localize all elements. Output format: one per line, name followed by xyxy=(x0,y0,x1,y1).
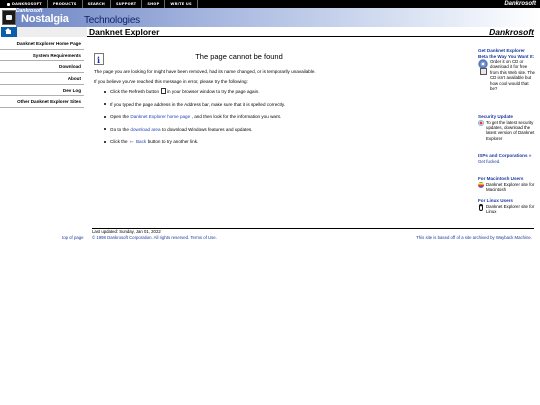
title-divider xyxy=(87,36,534,37)
back-arrow-icon: ⇦ xyxy=(129,139,134,145)
top-of-page-link[interactable]: top of page xyxy=(62,235,84,240)
security-text: To get the latest security updates, down… xyxy=(486,119,535,141)
bullet-icon xyxy=(104,115,106,118)
linux-text: Danknet Explorer site for Linux xyxy=(486,203,535,214)
promo-get-explorer: Get Danknet Explorer Beta the Way You Wa… xyxy=(478,48,536,91)
promo-linux: For Linux Users Danknet Explorer site fo… xyxy=(478,198,536,214)
chevron-right-icon: » xyxy=(528,153,532,158)
error-instructions: If you believe you've reached this messa… xyxy=(94,79,248,84)
error-description: The page you are looking for might have … xyxy=(94,69,316,74)
banner-title-technologies: Technologies xyxy=(84,15,140,26)
nav-support[interactable]: SUPPORT xyxy=(111,0,143,8)
list-item: Go to the download area to download Wind… xyxy=(104,127,424,140)
security-icon xyxy=(478,119,484,126)
page-title-bar: Danknet Explorer Dankrosoft xyxy=(0,27,540,37)
isps-text[interactable]: Get fucked. xyxy=(478,159,536,164)
top-nav-bar: DANKROSOFT PRODUCTS SEARCH SUPPORT SHOP … xyxy=(0,0,540,8)
list-item: If you typed the page address in the Add… xyxy=(104,102,424,115)
download-area-link[interactable]: download area xyxy=(130,127,160,132)
error-heading: The page cannot be found xyxy=(195,52,283,61)
computer-icon[interactable] xyxy=(2,10,16,25)
windows-icon xyxy=(7,2,10,6)
nav-write-us[interactable]: WRITE US xyxy=(165,0,198,8)
isps-title[interactable]: ISPs and Corporations » xyxy=(478,153,536,159)
back-link[interactable]: Back xyxy=(136,139,146,144)
bullet-icon xyxy=(104,90,106,93)
left-sidebar: Danknet Explorer Home Page System Requir… xyxy=(0,38,84,109)
nav-search[interactable]: SEARCH xyxy=(83,0,112,8)
top-nav: DANKROSOFT PRODUCTS SEARCH SUPPORT SHOP … xyxy=(2,0,198,8)
sidebar-item-dev-log[interactable]: Dev Log xyxy=(0,85,84,97)
list-item: Open the Danknet Explorer home page , an… xyxy=(104,114,424,127)
refresh-icon xyxy=(160,88,166,94)
promo-text: Order it on CD or download it for free f… xyxy=(490,59,535,92)
copyright-link[interactable]: © 1998 Dankrosoft Corporation. All right… xyxy=(92,235,217,240)
bullet-icon xyxy=(104,140,106,143)
promo-security: Security Update To get the latest securi… xyxy=(478,114,536,141)
apple-icon xyxy=(478,181,484,188)
sidebar-item-system-requirements[interactable]: System Requirements xyxy=(0,50,84,62)
sidebar-item-other-sites[interactable]: Other Danknet Explorer Sites xyxy=(0,96,84,109)
cd-icon xyxy=(478,59,488,75)
promo-isps: ISPs and Corporations » Get fucked. xyxy=(478,153,536,164)
home-page-link[interactable]: Danknet Explorer home page xyxy=(130,114,190,119)
list-item: Click the Refresh button in your browser… xyxy=(104,88,424,102)
nav-products[interactable]: PRODUCTS xyxy=(48,0,83,8)
archive-notice-link[interactable]: This site is based off of a site archive… xyxy=(416,235,532,240)
site-banner: Dankrosoft Nostalgia Technologies xyxy=(0,8,540,27)
sidebar-item-about[interactable]: About xyxy=(0,73,84,85)
bullet-icon xyxy=(104,103,106,106)
last-updated: Last updated: Sunday, Jan 01, 2022 xyxy=(92,229,161,234)
list-item: Click the ⇦ Back button to try another l… xyxy=(104,139,424,152)
promo-title[interactable]: Get Danknet Explorer Beta the Way You Wa… xyxy=(478,48,536,59)
sidebar-item-home[interactable]: Danknet Explorer Home Page xyxy=(0,38,84,50)
sidebar-item-download[interactable]: Download xyxy=(0,61,84,74)
banner-title-nostalgia: Nostalgia xyxy=(21,13,69,25)
mac-text: Danknet Explorer site for Macintosh xyxy=(486,181,535,192)
nav-dankrosoft[interactable]: DANKROSOFT xyxy=(2,0,48,8)
home-icon[interactable] xyxy=(1,27,17,37)
dotted-pattern xyxy=(17,27,87,37)
bullet-icon xyxy=(104,128,106,131)
suggestion-list: Click the Refresh button in your browser… xyxy=(104,88,424,152)
top-brand-logo[interactable]: Dankrosoft xyxy=(504,0,536,8)
promo-mac: For Macintosh Users Danknet Explorer sit… xyxy=(478,176,536,192)
nav-shop[interactable]: SHOP xyxy=(142,0,166,8)
penguin-icon xyxy=(478,203,484,211)
